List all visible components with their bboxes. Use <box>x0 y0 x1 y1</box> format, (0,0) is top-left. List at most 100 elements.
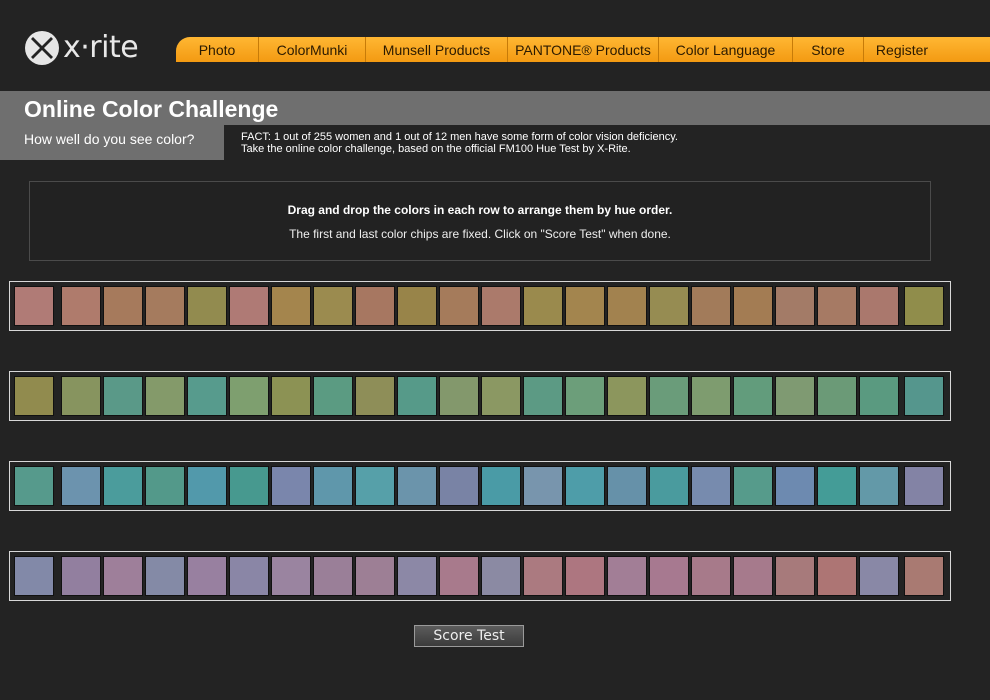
color-chip[interactable] <box>145 556 185 596</box>
color-chip[interactable] <box>607 556 647 596</box>
color-chip[interactable] <box>313 286 353 326</box>
chip-row-2 <box>9 371 951 421</box>
instructions-line-1: Drag and drop the colors in each row to … <box>287 203 673 217</box>
color-chip[interactable] <box>397 466 437 506</box>
chip-row-4 <box>9 551 951 601</box>
color-chip[interactable] <box>355 466 395 506</box>
score-test-button[interactable]: Score Test <box>414 625 524 647</box>
color-chip[interactable] <box>355 286 395 326</box>
nav-item-store[interactable]: Store <box>793 37 864 62</box>
fact-line-2: Take the online color challenge, based o… <box>241 143 631 155</box>
color-chip[interactable] <box>523 466 563 506</box>
color-chip[interactable] <box>103 286 143 326</box>
color-chip[interactable] <box>271 466 311 506</box>
color-chip[interactable] <box>817 466 857 506</box>
color-chip[interactable] <box>397 556 437 596</box>
fact-text: FACT: 1 out of 255 women and 1 out of 12… <box>241 131 678 155</box>
nav-item-colormunki[interactable]: ColorMunki <box>259 37 366 62</box>
nav-item-register[interactable]: Register <box>864 37 940 62</box>
color-chip[interactable] <box>61 556 101 596</box>
color-chip[interactable] <box>229 556 269 596</box>
color-chip[interactable] <box>355 556 395 596</box>
nav-item-photo[interactable]: Photo <box>176 37 259 62</box>
color-chip[interactable] <box>187 376 227 416</box>
color-chip[interactable] <box>859 466 899 506</box>
color-chip[interactable] <box>271 376 311 416</box>
page-title: Online Color Challenge <box>24 96 279 122</box>
color-chip[interactable] <box>103 376 143 416</box>
color-chip[interactable] <box>145 286 185 326</box>
color-chip[interactable] <box>733 466 773 506</box>
color-chip[interactable] <box>187 286 227 326</box>
color-chip[interactable] <box>355 376 395 416</box>
fixed-start-chip <box>14 376 54 416</box>
color-chip[interactable] <box>649 376 689 416</box>
color-chip[interactable] <box>691 556 731 596</box>
color-chip[interactable] <box>397 376 437 416</box>
color-chip[interactable] <box>775 376 815 416</box>
color-chip[interactable] <box>271 286 311 326</box>
color-chip[interactable] <box>313 556 353 596</box>
color-chip[interactable] <box>691 376 731 416</box>
color-chip[interactable] <box>145 376 185 416</box>
color-chip[interactable] <box>313 376 353 416</box>
color-chip[interactable] <box>61 466 101 506</box>
color-chip[interactable] <box>61 286 101 326</box>
color-chip[interactable] <box>229 376 269 416</box>
color-chip[interactable] <box>817 286 857 326</box>
color-chip[interactable] <box>607 376 647 416</box>
color-chip[interactable] <box>817 556 857 596</box>
color-chip[interactable] <box>187 556 227 596</box>
color-chip[interactable] <box>439 466 479 506</box>
color-chip[interactable] <box>691 466 731 506</box>
xrite-logo[interactable]: x·rite <box>24 30 139 66</box>
nav-item-munsell-products[interactable]: Munsell Products <box>366 37 508 62</box>
color-chip[interactable] <box>439 556 479 596</box>
color-chip[interactable] <box>775 286 815 326</box>
color-chip[interactable] <box>859 376 899 416</box>
color-chip[interactable] <box>565 556 605 596</box>
color-chip[interactable] <box>565 466 605 506</box>
color-chip[interactable] <box>523 286 563 326</box>
color-chip[interactable] <box>733 556 773 596</box>
instructions-panel: Drag and drop the colors in each row to … <box>29 181 931 261</box>
nav-item-color-language[interactable]: Color Language <box>659 37 793 62</box>
fixed-end-chip <box>904 556 944 596</box>
color-chip[interactable] <box>481 466 521 506</box>
color-chip[interactable] <box>439 376 479 416</box>
color-chip[interactable] <box>481 556 521 596</box>
color-chip[interactable] <box>103 466 143 506</box>
color-chip[interactable] <box>649 286 689 326</box>
color-chip[interactable] <box>313 466 353 506</box>
color-chip[interactable] <box>271 556 311 596</box>
color-chip[interactable] <box>859 286 899 326</box>
color-chip[interactable] <box>565 376 605 416</box>
color-chip[interactable] <box>733 286 773 326</box>
color-chip[interactable] <box>817 376 857 416</box>
color-chip[interactable] <box>61 376 101 416</box>
color-chip[interactable] <box>649 556 689 596</box>
nav-item-pantone-products[interactable]: PANTONE® Products <box>508 37 659 62</box>
color-chip[interactable] <box>649 466 689 506</box>
color-chip[interactable] <box>775 556 815 596</box>
color-chip[interactable] <box>775 466 815 506</box>
color-chip[interactable] <box>607 466 647 506</box>
color-chip[interactable] <box>607 286 647 326</box>
color-chip[interactable] <box>187 466 227 506</box>
color-chip[interactable] <box>481 376 521 416</box>
color-chip[interactable] <box>103 556 143 596</box>
color-chip[interactable] <box>439 286 479 326</box>
color-chip[interactable] <box>145 466 185 506</box>
color-chip[interactable] <box>229 466 269 506</box>
color-chip[interactable] <box>859 556 899 596</box>
color-chip[interactable] <box>523 376 563 416</box>
color-chip[interactable] <box>397 286 437 326</box>
color-chip[interactable] <box>523 556 563 596</box>
main-nav: Photo ColorMunki Munsell Products PANTON… <box>176 37 990 62</box>
color-chip[interactable] <box>691 286 731 326</box>
color-chip[interactable] <box>481 286 521 326</box>
color-chip[interactable] <box>733 376 773 416</box>
color-chip[interactable] <box>229 286 269 326</box>
color-chip[interactable] <box>565 286 605 326</box>
chip-row-1 <box>9 281 951 331</box>
